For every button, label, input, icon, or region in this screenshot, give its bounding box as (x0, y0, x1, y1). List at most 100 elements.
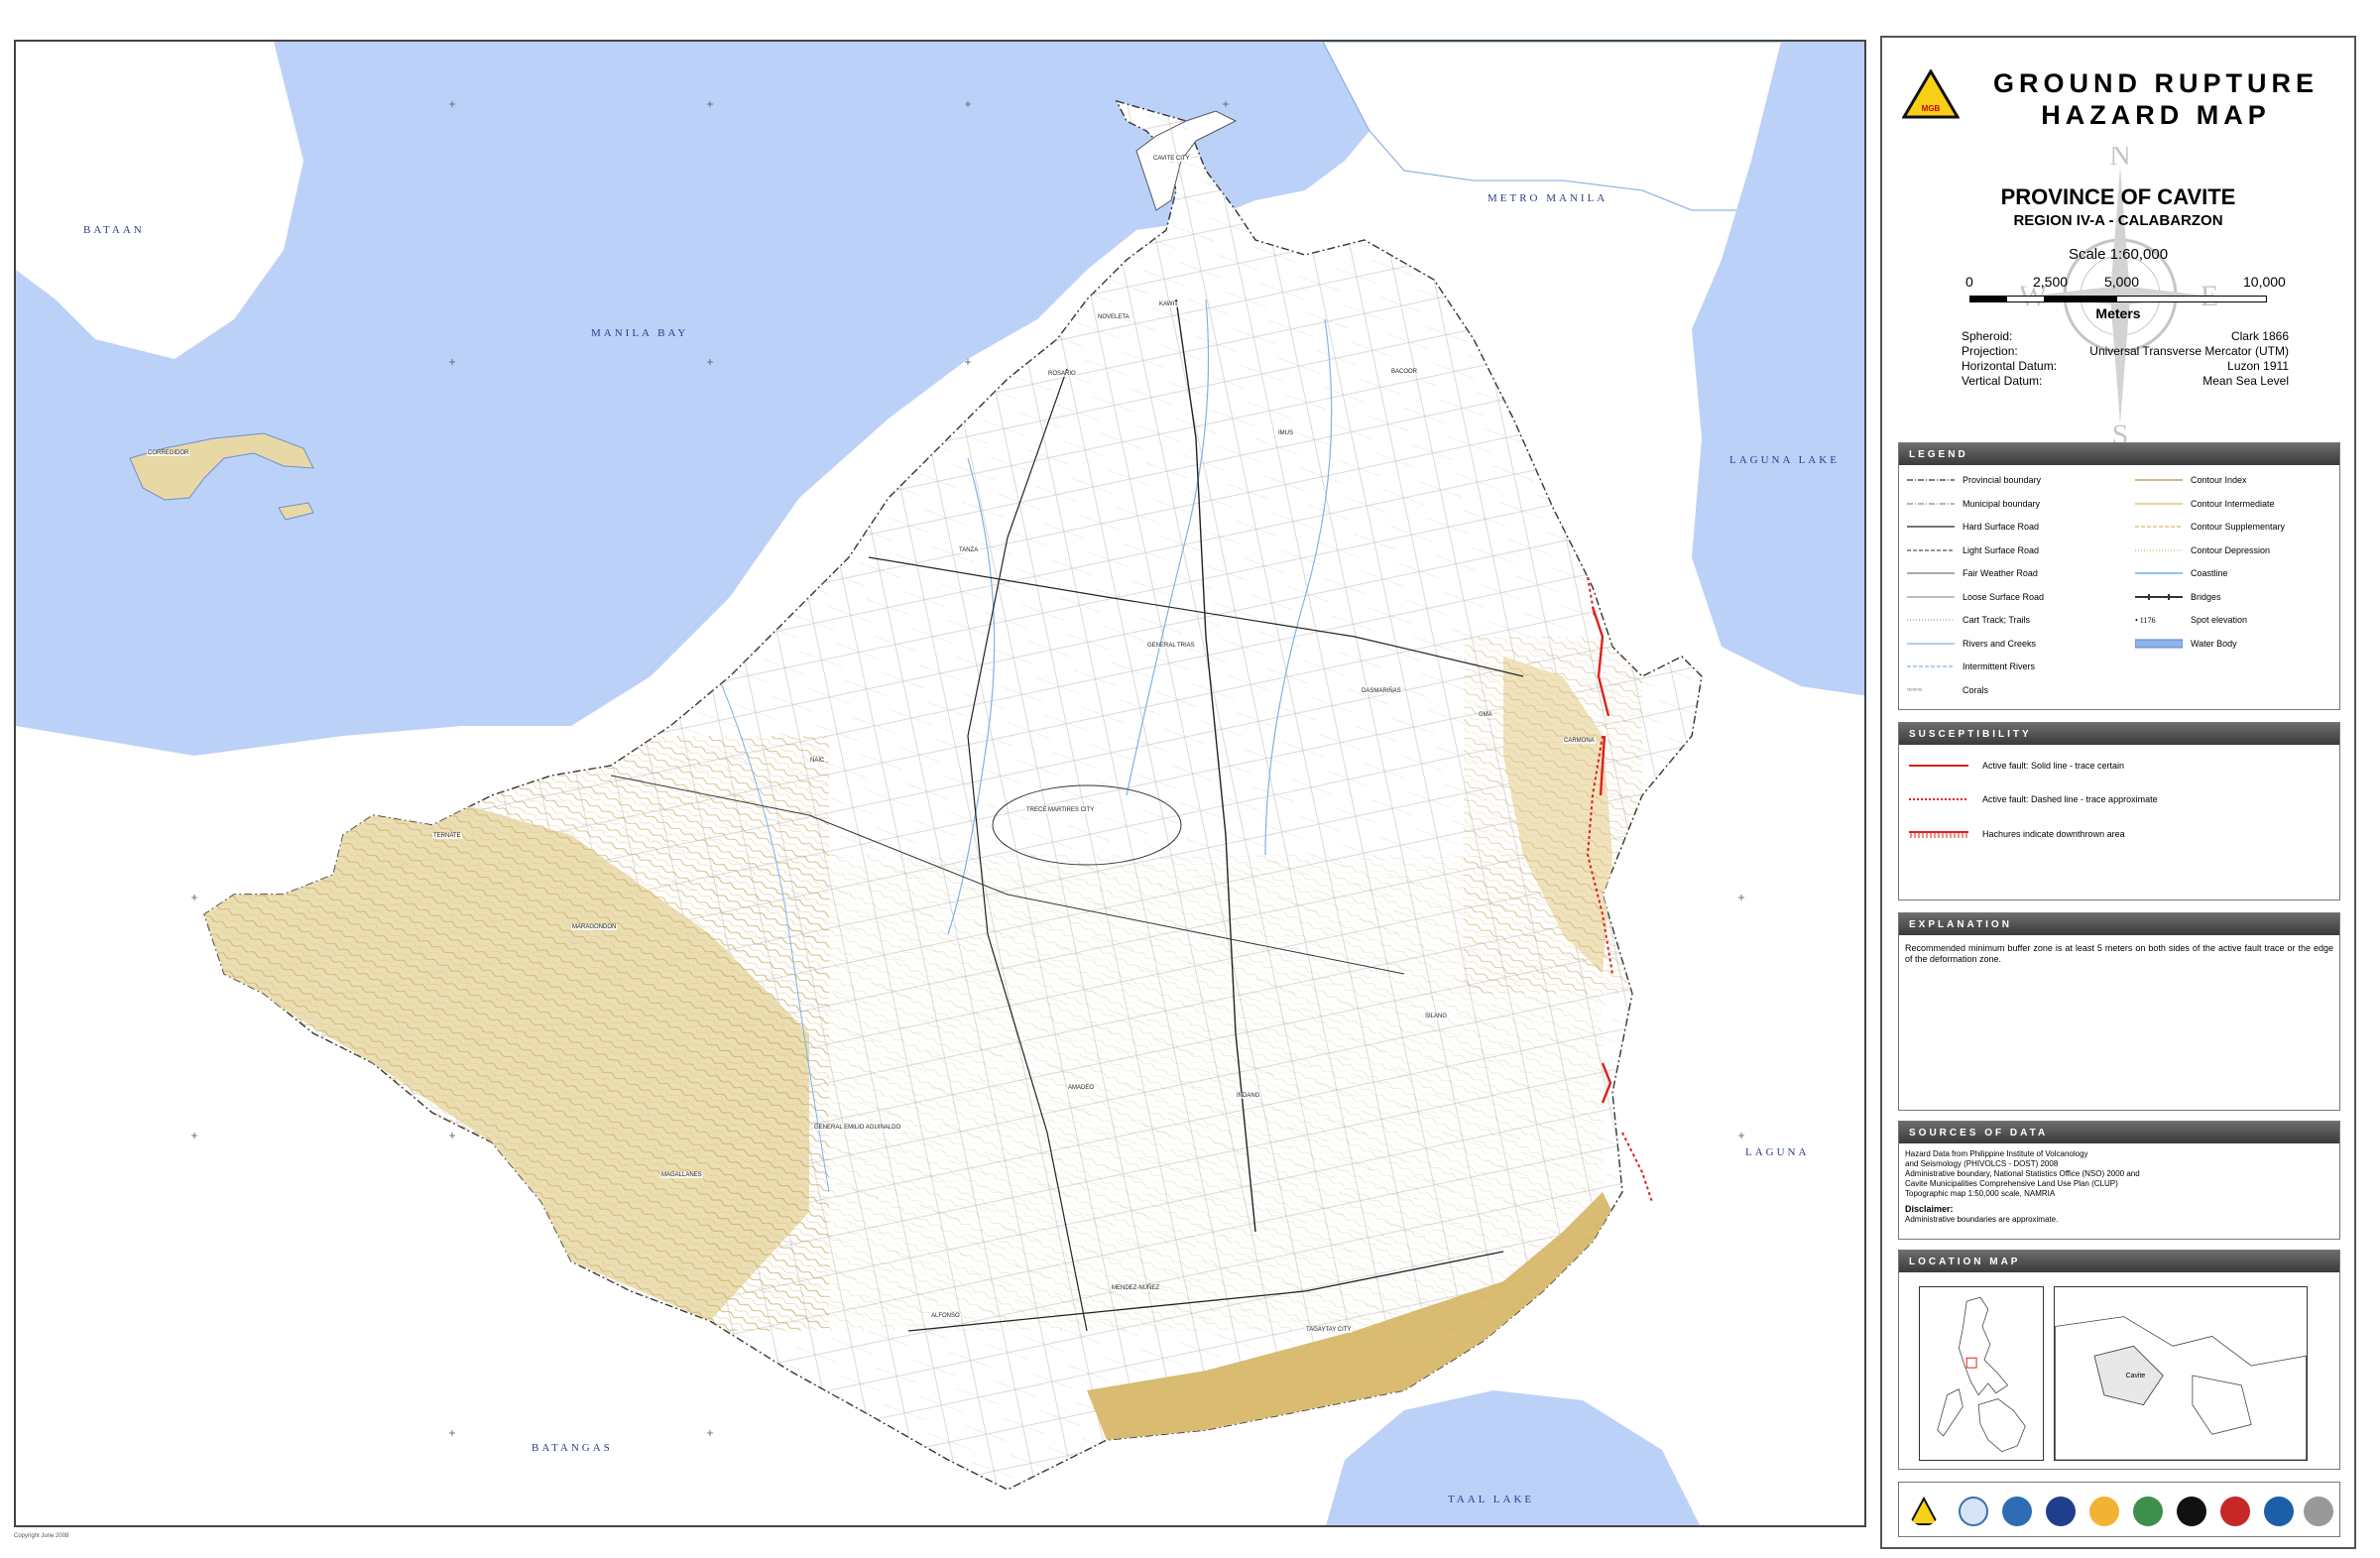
legend-label: Bridges (2191, 591, 2221, 602)
town-label: CORREGIDOR (147, 450, 190, 456)
project-logo-icon (2177, 1497, 2206, 1526)
susceptibility-item-dashed: Active fault: Dashed line - trace approx… (1909, 794, 2158, 804)
town-label: TERNATE (432, 833, 462, 839)
legend-label: Spot elevation (2191, 615, 2248, 625)
phivolcs-logo-icon (1959, 1497, 1988, 1526)
town-label: MARAGONDON (571, 924, 618, 930)
cavite-inset-map[interactable]: Cavite (2054, 1286, 2308, 1461)
undp-logo-icon (2264, 1497, 2294, 1526)
legend-item: • 1176 Spot elevation (2135, 615, 2247, 625)
source-line: Cavite Municipalities Comprehensive Land… (1905, 1179, 2118, 1188)
town-label: MENDEZ-NUÑEZ (1111, 1285, 1160, 1291)
map-frame[interactable]: BATAAN MANILA BAY METRO MANILA LAGUNA LA… (14, 40, 1866, 1527)
town-label: DASMARIÑAS (1361, 688, 1402, 694)
datum-label: Spheroid: (1962, 329, 2013, 343)
legend-item: Light Surface Road (1907, 545, 2039, 555)
susceptibility-label: Hachures indicate downthrown area (1982, 829, 2125, 839)
legend-item: Hard Surface Road (1907, 522, 2039, 532)
legend-item: Water Body (2135, 639, 2237, 649)
town-label: CARMONA (1563, 738, 1596, 744)
town-label: KAWIT (1158, 301, 1179, 307)
town-label: BACOOR (1390, 369, 1419, 375)
legend-symbol-icon (1907, 642, 1955, 645)
scale-bar (1969, 296, 2267, 302)
legend-item: Fair Weather Road (1907, 568, 2038, 578)
location-map-heading: LOCATION MAP (1899, 1251, 2339, 1272)
dost-logo-icon (2089, 1497, 2119, 1526)
legend-symbol-icon (2135, 572, 2183, 574)
sources-heading: SOURCES OF DATA (1899, 1122, 2339, 1143)
ocd-logo-icon (2002, 1497, 2032, 1526)
susceptibility-item-solid: Active fault: Solid line - trace certain (1909, 761, 2124, 771)
town-label: GMA (1478, 712, 1493, 718)
compass-n: N (2109, 147, 2131, 172)
namria-logo-icon (2133, 1497, 2163, 1526)
copyright-note: Copyright June 2008 (14, 1533, 69, 1539)
susceptibility-box: SUSCEPTIBILITY Active fault: Solid line … (1898, 722, 2340, 900)
legend-symbol-icon (1907, 665, 1955, 667)
disclaimer-text: Administrative boundaries are approximat… (1905, 1215, 2059, 1224)
source-line: Administrative boundary, National Statis… (1905, 1169, 2140, 1178)
legend-label: Provincial boundary (1963, 475, 2042, 485)
legend-label: Water Body (2191, 638, 2237, 649)
scale-tick-label: 2,500 (2033, 274, 2069, 290)
map-title-line1: GROUND RUPTURE (1992, 68, 2319, 98)
scale-ratio: Scale 1:60,000 (2068, 246, 2169, 263)
legend-label: Fair Weather Road (1963, 568, 2038, 578)
legend-label: Rivers and Creeks (1963, 638, 2037, 649)
legend-symbol-icon: ꟹꟹꟹ (1907, 686, 1922, 695)
explanation-text: Recommended minimum buffer zone is at le… (1905, 943, 2333, 964)
legend-label: Light Surface Road (1963, 544, 2040, 555)
legend-symbol-icon (2135, 502, 2183, 505)
town-label: AMADEO (1067, 1085, 1096, 1091)
denr-logo-icon (2220, 1497, 2250, 1526)
legend-item: Coastline (2135, 568, 2228, 578)
legend-symbol-icon (1907, 479, 1955, 481)
legend-symbol-icon (2135, 548, 2183, 551)
legend-heading: LEGEND (1899, 443, 2339, 465)
compass-s: S (2112, 419, 2129, 444)
sources-text: Hazard Data from Philippine Institute of… (1899, 1143, 2339, 1231)
legend-item: Municipal boundary (1907, 499, 2040, 509)
legend-symbol-icon (1907, 526, 1955, 528)
legend-item: Contour Supplementary (2135, 522, 2285, 532)
explanation-heading: EXPLANATION (1899, 913, 2339, 935)
legend-item: ꟹꟹꟹ Corals (1907, 685, 1988, 695)
legend-item: Bridges (2135, 592, 2221, 602)
legend-symbol-icon (2135, 526, 2183, 528)
svg-text:ꟹꟹꟹ: ꟹꟹꟹ (1907, 686, 1922, 695)
legend-label: Contour Supplementary (2191, 522, 2286, 532)
label-taal-lake: TAAL LAKE (1448, 1494, 1535, 1505)
scale-unit: Meters (2095, 305, 2141, 321)
map-canvas[interactable] (16, 42, 1866, 1527)
label-manila-bay: MANILA BAY (591, 327, 689, 339)
hazard-warning-icon: MGB (1902, 69, 1960, 119)
datum-label: Vertical Datum: (1962, 374, 2043, 388)
mgb-logo-icon (1909, 1497, 1939, 1525)
town-label: IMUS (1277, 430, 1294, 436)
legend-symbol-icon: • 1176 (2135, 616, 2156, 625)
label-laguna: LAGUNA (1745, 1146, 1810, 1158)
scale-tick-label: 5,000 (2104, 274, 2140, 290)
town-label: ROSARIO (1047, 371, 1077, 377)
explanation-box: EXPLANATION Recommended minimum buffer z… (1898, 912, 2340, 1111)
region-subtitle: REGION IV-A - CALABARZON (2013, 212, 2223, 229)
source-line: Topographic map 1:50,000 scale, NAMRIA (1905, 1189, 2056, 1198)
town-label: GENERAL TRIAS (1146, 643, 1196, 649)
town-label: TRECE MARTIRES CITY (1025, 807, 1096, 813)
legend-label: Contour Index (2191, 475, 2247, 485)
town-label: TANZA (958, 547, 980, 553)
philippines-location-map[interactable] (1919, 1286, 2044, 1461)
legend-item: Loose Surface Road (1907, 592, 2044, 602)
legend-label: Contour Depression (2191, 544, 2271, 555)
town-label: GENERAL EMILIO AGUINALDO (813, 1125, 902, 1131)
legend-symbol-icon (1907, 548, 1955, 551)
datum-value: Mean Sea Level (2202, 374, 2289, 388)
town-label: CAVITE CITY (1152, 156, 1191, 162)
province-title: PROVINCE OF CAVITE (2000, 184, 2236, 209)
legend-symbol-icon (1907, 595, 1955, 598)
legend-label: Corals (1963, 684, 1989, 695)
town-label: NAIC (809, 758, 826, 764)
label-bataan: BATAAN (83, 224, 145, 236)
legend-label: Cart Track; Trails (1963, 615, 2031, 625)
